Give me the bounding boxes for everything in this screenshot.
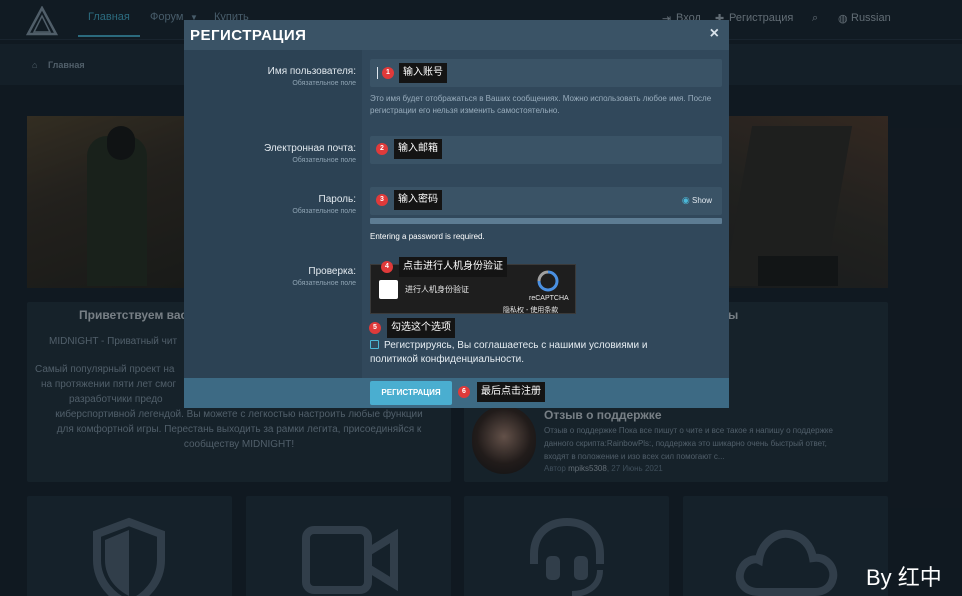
verify-label: Проверка:: [308, 266, 356, 277]
verify-required: Обязательное поле: [292, 280, 356, 287]
password-required: Обязательное поле: [292, 208, 356, 215]
watermark: By 红中: [866, 565, 942, 590]
modal-title: РЕГИСТРАЦИЯ: [190, 27, 307, 44]
annotation-badge-5: 5: [369, 322, 381, 334]
annotation-badge-2: 2: [376, 143, 388, 155]
annotation-badge-6: 6: [458, 386, 470, 398]
modal-header: РЕГИСТРАЦИЯ ×: [184, 20, 729, 50]
password-strength-meter: [370, 218, 722, 224]
agree-text: Регистрируясь, Вы соглашаетесь с нашими …: [370, 340, 648, 365]
annotation-tip-2: 输入邮箱: [394, 139, 442, 159]
recaptcha-logo-icon: [537, 270, 559, 292]
register-submit-button[interactable]: РЕГИСТРАЦИЯ: [370, 381, 452, 405]
annotation-tip-1: 输入账号: [399, 63, 447, 83]
annotation-badge-3: 3: [376, 194, 388, 206]
registration-modal: РЕГИСТРАЦИЯ × Имя пользователя: Обязател…: [184, 20, 729, 408]
email-required: Обязательное поле: [292, 157, 356, 164]
annotation-tip-6: 最后点击注册: [477, 382, 545, 402]
annotation-tip-3: 输入密码: [394, 190, 442, 210]
recaptcha-checkbox[interactable]: [379, 280, 398, 299]
username-label: Имя пользователя:: [267, 66, 356, 77]
modal-footer: РЕГИСТРАЦИЯ: [184, 378, 729, 408]
recaptcha-brand: reCAPTCHA: [529, 295, 569, 302]
annotation-badge-4: 4: [381, 261, 393, 273]
annotation-tip-5: 勾选这个选项: [387, 318, 455, 338]
close-icon[interactable]: ×: [710, 25, 719, 43]
password-label: Пароль:: [318, 194, 356, 205]
text-cursor: [377, 67, 378, 79]
eye-icon: ◉: [681, 195, 690, 205]
password-show-toggle[interactable]: ◉ Show: [682, 195, 712, 206]
recaptcha-checkbox-label: 进行人机身份验证: [405, 285, 469, 294]
username-required: Обязательное поле: [292, 80, 356, 87]
annotation-badge-1: 1: [382, 67, 394, 79]
username-hint: Это имя будет отображаться в Ваших сообщ…: [370, 94, 712, 115]
password-error: Entering a password is required.: [370, 232, 485, 241]
annotation-tip-4: 点击进行人机身份验证: [399, 257, 507, 277]
recaptcha-links[interactable]: 隐私权 - 使用条款: [503, 305, 558, 315]
email-label: Электронная почта:: [263, 143, 356, 154]
